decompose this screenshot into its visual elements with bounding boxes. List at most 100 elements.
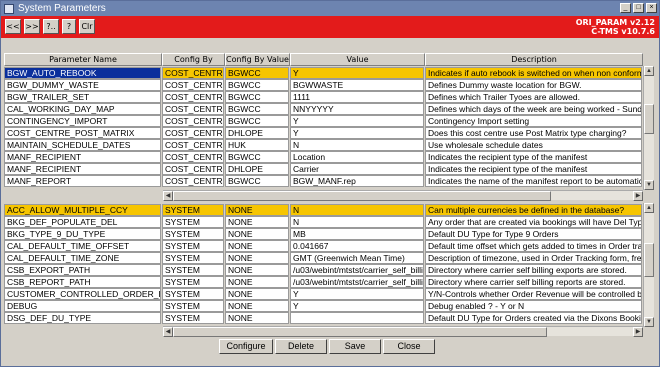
cell-value[interactable]: Y xyxy=(290,127,424,139)
table-row[interactable]: BGW_DUMMY_WASTE COST_CENTRE BGWCC BGWWASTE D… xyxy=(4,79,643,91)
cell-description[interactable]: Any order that are created via bookings … xyxy=(425,216,642,228)
cell-parameter-name[interactable]: BKG_TYPE_9_DU_TYPE xyxy=(4,228,161,240)
scroll-right-icon[interactable]: ▶ xyxy=(633,191,643,201)
cell-config-by-value[interactable]: NONE xyxy=(225,228,289,240)
cell-description[interactable]: Indicates the recipient type of the mani… xyxy=(425,151,642,163)
cell-description[interactable]: Default DU Type for Type 9 Orders xyxy=(425,228,642,240)
cell-config-by-value[interactable]: NONE xyxy=(225,216,289,228)
upper-horizontal-scrollbar[interactable]: ◀ ▶ xyxy=(163,190,643,201)
cell-config-by-value[interactable]: NONE xyxy=(225,240,289,252)
close-button[interactable]: Close xyxy=(383,339,435,354)
cell-parameter-name[interactable]: CAL_DEFAULT_TIME_OFFSET xyxy=(4,240,161,252)
cell-description[interactable]: Description of timezone, used in Order T… xyxy=(425,252,642,264)
cell-config-by-value[interactable]: HUK xyxy=(225,139,289,151)
scroll-thumb[interactable] xyxy=(173,191,551,201)
cell-parameter-name[interactable]: CAL_WORKING_DAY_MAP xyxy=(4,103,161,115)
cell-value[interactable]: /u03/webint/mtstst/carrier_self_billin xyxy=(290,276,424,288)
cell-description[interactable]: Indicates the name of the manifest repor… xyxy=(425,175,642,187)
table-row[interactable]: MAINTAIN_SCHEDULE_DATES COST_CENTRE HUK N Us… xyxy=(4,139,643,151)
cell-value[interactable]: N xyxy=(290,216,424,228)
cell-value[interactable] xyxy=(290,312,424,324)
header-description[interactable]: Description xyxy=(425,53,643,66)
cell-description[interactable]: Does this cost centre use Post Matrix ty… xyxy=(425,127,642,139)
cell-parameter-name[interactable]: MANF_RECIPIENT xyxy=(4,151,161,163)
maximize-icon[interactable]: □ xyxy=(633,3,644,13)
scroll-down-icon[interactable]: ▼ xyxy=(644,317,654,327)
cell-parameter-name[interactable]: DEBUG xyxy=(4,300,161,312)
cell-config-by[interactable]: COST_CENTRE xyxy=(162,67,224,79)
scroll-up-icon[interactable]: ▲ xyxy=(644,203,654,213)
lower-vertical-scrollbar[interactable]: ▲ ▼ xyxy=(643,203,654,327)
cell-description[interactable]: Can multiple currencies be defined in th… xyxy=(425,204,642,216)
last-record-button[interactable]: >> xyxy=(24,19,40,34)
cell-config-by[interactable]: COST_CENTRE xyxy=(162,163,224,175)
cell-config-by-value[interactable]: NONE xyxy=(225,264,289,276)
cell-value[interactable]: 1111 xyxy=(290,91,424,103)
minimize-icon[interactable]: _ xyxy=(620,3,631,13)
cell-config-by-value[interactable]: BGWCC xyxy=(225,91,289,103)
cell-parameter-name[interactable]: ACC_ALLOW_MULTIPLE_CCY xyxy=(4,204,161,216)
table-row[interactable]: BGW_AUTO_REBOOK COST_CENTRE BGWCC Y Indicate… xyxy=(4,67,643,79)
cell-config-by[interactable]: SYSTEM xyxy=(162,228,224,240)
configure-button[interactable]: Configure xyxy=(219,339,273,354)
cell-config-by-value[interactable]: DHLOPE xyxy=(225,127,289,139)
header-config-by[interactable]: Config By xyxy=(162,53,225,66)
table-row[interactable]: CAL_DEFAULT_TIME_OFFSET SYSTEM NONE 0.04166… xyxy=(4,240,643,252)
cell-parameter-name[interactable]: BGW_DUMMY_WASTE xyxy=(4,79,161,91)
cell-value[interactable]: 0.041667 xyxy=(290,240,424,252)
cell-value[interactable]: BGWWASTE xyxy=(290,79,424,91)
cell-parameter-name[interactable]: CSB_EXPORT_PATH xyxy=(4,264,161,276)
cell-config-by[interactable]: COST_CENTRE xyxy=(162,91,224,103)
scroll-thumb[interactable] xyxy=(644,243,654,277)
cell-description[interactable]: Y/N-Controls whether Order Revenue will … xyxy=(425,288,642,300)
cell-parameter-name[interactable]: MANF_RECIPIENT xyxy=(4,163,161,175)
cell-config-by-value[interactable]: NONE xyxy=(225,312,289,324)
save-button[interactable]: Save xyxy=(329,339,381,354)
cell-config-by[interactable]: SYSTEM xyxy=(162,300,224,312)
cell-parameter-name[interactable]: MAINTAIN_SCHEDULE_DATES xyxy=(4,139,161,151)
cell-config-by-value[interactable]: BGWCC xyxy=(225,103,289,115)
cell-config-by[interactable]: SYSTEM xyxy=(162,288,224,300)
cell-config-by[interactable]: SYSTEM xyxy=(162,252,224,264)
cell-config-by[interactable]: COST_CENTRE xyxy=(162,151,224,163)
cell-config-by[interactable]: COST_CENTRE xyxy=(162,115,224,127)
cell-config-by-value[interactable]: BGWCC xyxy=(225,79,289,91)
cell-description[interactable]: Defines Dummy waste location for BGW. xyxy=(425,79,642,91)
cell-value[interactable]: GMT (Greenwich Mean Time) xyxy=(290,252,424,264)
cell-description[interactable]: Defines which Trailer Tyoes are allowed. xyxy=(425,91,642,103)
cell-value[interactable]: Carrier xyxy=(290,163,424,175)
cell-value[interactable]: MB xyxy=(290,228,424,240)
clear-button[interactable]: Clr xyxy=(79,19,95,34)
cell-config-by[interactable]: SYSTEM xyxy=(162,240,224,252)
cell-config-by[interactable]: COST_CENTRE xyxy=(162,103,224,115)
table-row[interactable]: BKG_TYPE_9_DU_TYPE SYSTEM NONE MB Default DU… xyxy=(4,228,643,240)
cell-parameter-name[interactable]: BKG_DEF_POPULATE_DEL xyxy=(4,216,161,228)
table-row[interactable]: ACC_ALLOW_MULTIPLE_CCY SYSTEM NONE N Can mul… xyxy=(4,204,643,216)
table-row[interactable]: BKG_DEF_POPULATE_DEL SYSTEM NONE N Any order… xyxy=(4,216,643,228)
upper-vertical-scrollbar[interactable]: ▲ ▼ xyxy=(643,66,654,190)
cell-description[interactable]: Defines which days of the week are being… xyxy=(425,103,642,115)
table-row[interactable]: MANF_RECIPIENT COST_CENTRE DHLOPE Carrier In… xyxy=(4,163,643,175)
table-row[interactable]: CUSTOMER_CONTROLLED_ORDER_F SYSTEM NONE Y Y/… xyxy=(4,288,643,300)
help-button[interactable]: ? xyxy=(62,19,76,34)
table-row[interactable]: CAL_WORKING_DAY_MAP COST_CENTRE BGWCC NNYYY… xyxy=(4,103,643,115)
cell-config-by-value[interactable]: NONE xyxy=(225,252,289,264)
cell-value[interactable]: BGW_MANF.rep xyxy=(290,175,424,187)
cell-config-by-value[interactable]: BGWCC xyxy=(225,175,289,187)
cell-description[interactable]: Default time offset which gets added to … xyxy=(425,240,642,252)
cell-description[interactable]: Use wholesale schedule dates xyxy=(425,139,642,151)
query-button[interactable]: ?.. xyxy=(43,19,59,34)
cell-config-by[interactable]: SYSTEM xyxy=(162,216,224,228)
cell-parameter-name[interactable]: CAL_DEFAULT_TIME_ZONE xyxy=(4,252,161,264)
cell-config-by-value[interactable]: NONE xyxy=(225,300,289,312)
delete-button[interactable]: Delete xyxy=(275,339,327,354)
scroll-down-icon[interactable]: ▼ xyxy=(644,180,654,190)
cell-description[interactable]: Directory where carrier self billing rep… xyxy=(425,276,642,288)
header-value[interactable]: Value xyxy=(290,53,425,66)
cell-parameter-name[interactable]: BGW_AUTO_REBOOK xyxy=(4,67,161,79)
cell-value[interactable]: Y xyxy=(290,115,424,127)
cell-config-by[interactable]: COST_CENTRE xyxy=(162,175,224,187)
scroll-right-icon[interactable]: ▶ xyxy=(633,327,643,337)
cell-parameter-name[interactable]: CUSTOMER_CONTROLLED_ORDER_F xyxy=(4,288,161,300)
scroll-left-icon[interactable]: ◀ xyxy=(163,327,173,337)
